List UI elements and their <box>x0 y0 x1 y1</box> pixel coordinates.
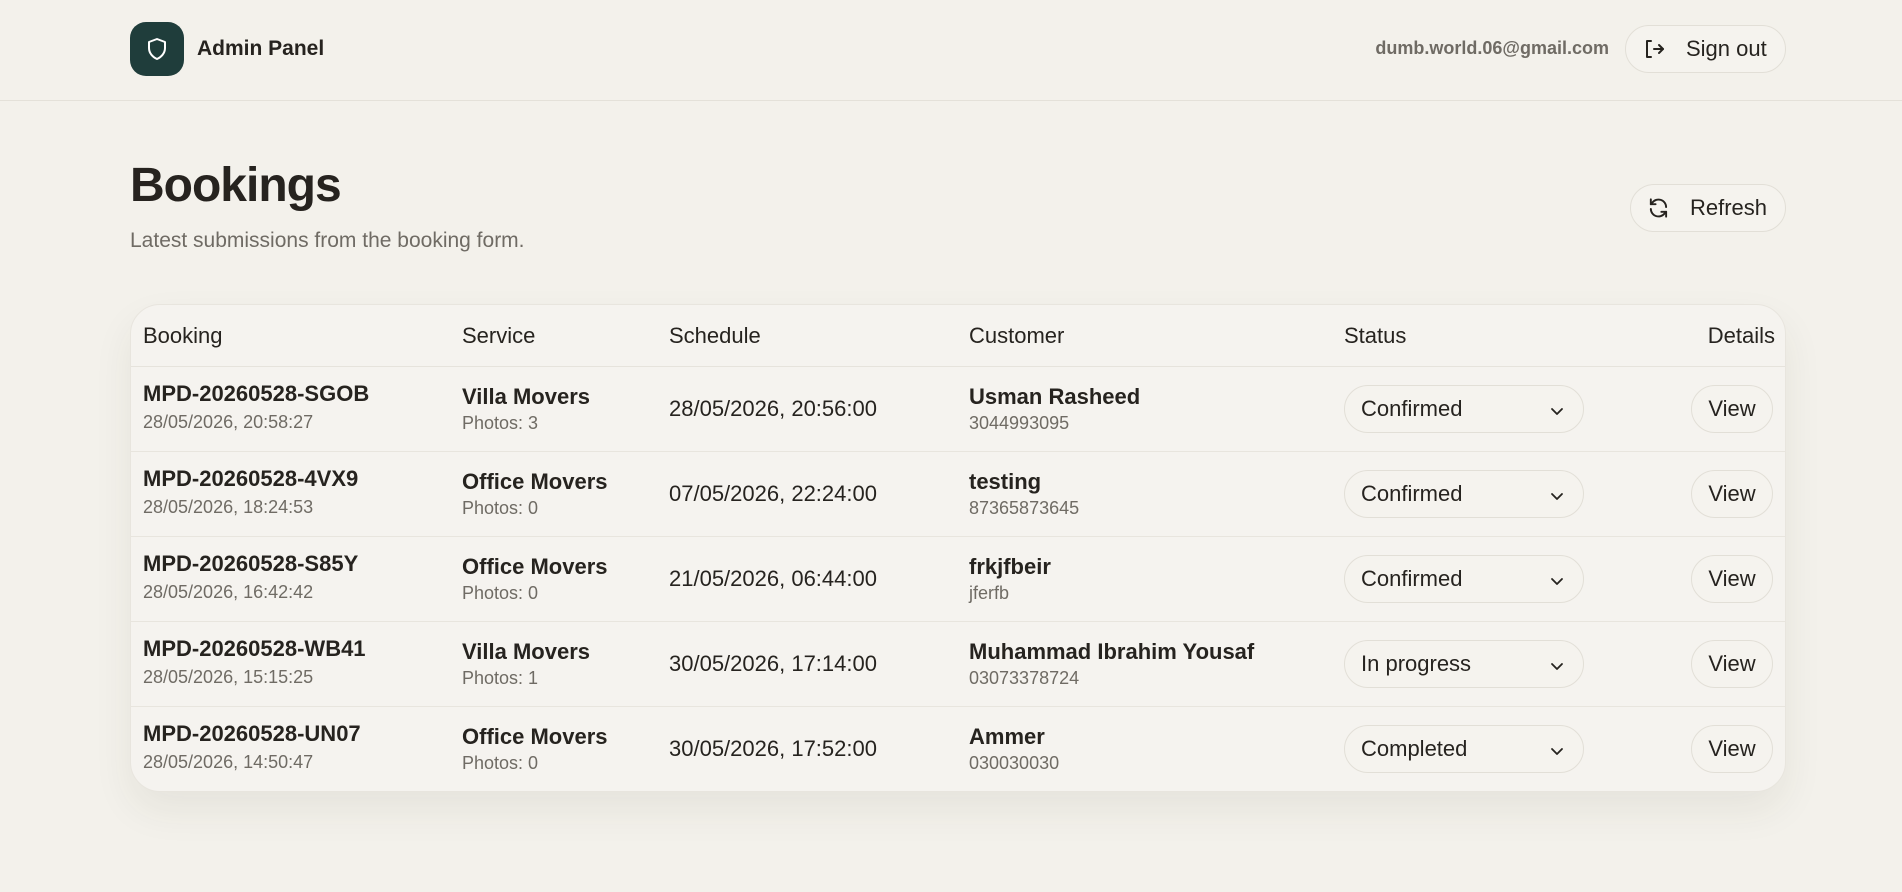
table-row: MPD-20260528-SGOB 28/05/2026, 20:58:27 V… <box>131 367 1785 452</box>
table-row: MPD-20260528-UN07 28/05/2026, 14:50:47 O… <box>131 707 1785 791</box>
customer-cell: Muhammad Ibrahim Yousaf 03073378724 <box>969 639 1254 689</box>
chevron-down-icon <box>1551 578 1563 585</box>
booking-cell: MPD-20260528-S85Y 28/05/2026, 16:42:42 <box>143 551 358 603</box>
customer-name: Ammer <box>969 724 1045 749</box>
photos-count: Photos: 0 <box>462 753 539 773</box>
booking-id: MPD-20260528-S85Y <box>143 551 359 576</box>
sign-out-button[interactable]: Sign out <box>1625 25 1786 73</box>
status-select[interactable]: In progress <box>1344 640 1584 688</box>
column-header-schedule: Schedule <box>669 323 761 348</box>
page-title: Bookings <box>130 159 342 212</box>
status-value: In progress <box>1361 651 1472 676</box>
schedule-value: 28/05/2026, 20:56:00 <box>669 396 877 421</box>
view-button[interactable]: View <box>1691 640 1773 688</box>
chevron-down-icon <box>1551 748 1563 755</box>
service-cell: Villa Movers Photos: 3 <box>462 384 590 434</box>
table-row: MPD-20260528-S85Y 28/05/2026, 16:42:42 O… <box>131 537 1785 622</box>
column-header-service: Service <box>462 323 536 348</box>
customer-name: Usman Rasheed <box>969 384 1141 409</box>
booking-created-at: 28/05/2026, 15:15:25 <box>143 667 314 687</box>
service-name: Office Movers <box>462 469 608 494</box>
customer-name: testing <box>969 469 1042 494</box>
status-select[interactable]: Confirmed <box>1344 385 1584 433</box>
chevron-down-icon <box>1551 663 1563 670</box>
chevron-down-icon <box>1551 493 1563 500</box>
refresh-label: Refresh <box>1689 195 1767 220</box>
table-row: MPD-20260528-4VX9 28/05/2026, 18:24:53 O… <box>131 452 1785 537</box>
service-name: Office Movers <box>462 554 608 579</box>
user-email: dumb.world.06@gmail.com <box>1375 38 1609 58</box>
status-value: Confirmed <box>1361 566 1463 591</box>
service-name: Office Movers <box>462 724 608 749</box>
status-select[interactable]: Completed <box>1344 725 1584 773</box>
sign-out-icon <box>1646 40 1664 58</box>
booking-cell: MPD-20260528-UN07 28/05/2026, 14:50:47 <box>143 721 361 773</box>
status-value: Confirmed <box>1361 481 1463 506</box>
column-header-details: Details <box>1707 323 1775 348</box>
status-value: Completed <box>1361 736 1468 761</box>
view-button[interactable]: View <box>1691 470 1773 518</box>
customer-phone: 03073378724 <box>969 668 1080 688</box>
photos-count: Photos: 1 <box>462 668 539 688</box>
status-value: Confirmed <box>1361 396 1463 421</box>
schedule-value: 30/05/2026, 17:52:00 <box>669 736 877 761</box>
schedule-value: 30/05/2026, 17:14:00 <box>669 651 877 676</box>
column-header-status: Status <box>1344 323 1407 348</box>
service-name: Villa Movers <box>462 384 590 409</box>
customer-phone: 030030030 <box>969 753 1060 773</box>
booking-cell: MPD-20260528-SGOB 28/05/2026, 20:58:27 <box>143 381 369 433</box>
sign-out-label: Sign out <box>1686 36 1767 61</box>
table-row: MPD-20260528-WB41 28/05/2026, 15:15:25 V… <box>131 622 1785 707</box>
photos-count: Photos: 0 <box>462 498 539 518</box>
booking-created-at: 28/05/2026, 14:50:47 <box>143 752 314 772</box>
column-header-customer: Customer <box>969 323 1065 348</box>
customer-cell: Ammer 030030030 <box>969 724 1059 774</box>
chevron-down-icon <box>1551 408 1563 415</box>
refresh-button[interactable]: Refresh <box>1630 184 1786 232</box>
photos-count: Photos: 3 <box>462 413 539 433</box>
refresh-icon <box>1649 198 1668 218</box>
brand-name: Admin Panel <box>197 37 325 60</box>
customer-phone: jferfb <box>969 583 1010 603</box>
service-name: Villa Movers <box>462 639 590 664</box>
booking-cell: MPD-20260528-WB41 28/05/2026, 15:15:25 <box>143 636 366 688</box>
customer-name: Muhammad Ibrahim Yousaf <box>969 639 1255 664</box>
customer-phone: 87365873645 <box>969 498 1080 518</box>
column-header-booking: Booking <box>143 323 223 348</box>
view-button[interactable]: View <box>1691 555 1773 603</box>
schedule-value: 21/05/2026, 06:44:00 <box>669 566 877 591</box>
customer-name: frkjfbeir <box>969 554 1051 579</box>
page-subtitle: Latest submissions from the booking form… <box>130 229 525 252</box>
booking-cell: MPD-20260528-4VX9 28/05/2026, 18:24:53 <box>143 466 358 518</box>
table-header: Booking Service Schedule Customer Status… <box>131 305 1785 367</box>
service-cell: Office Movers Photos: 0 <box>462 469 608 519</box>
brand[interactable]: Admin Panel <box>130 22 324 76</box>
booking-id: MPD-20260528-4VX9 <box>143 466 359 491</box>
booking-created-at: 28/05/2026, 16:42:42 <box>143 582 314 602</box>
photos-count: Photos: 0 <box>462 583 539 603</box>
booking-created-at: 28/05/2026, 18:24:53 <box>143 497 314 517</box>
service-cell: Villa Movers Photos: 1 <box>462 639 590 689</box>
view-button[interactable]: View <box>1691 385 1773 433</box>
shield-icon <box>130 22 184 76</box>
customer-phone: 3044993095 <box>969 413 1070 433</box>
view-button[interactable]: View <box>1691 725 1773 773</box>
status-select[interactable]: Confirmed <box>1344 555 1584 603</box>
booking-id: MPD-20260528-SGOB <box>143 381 370 406</box>
booking-created-at: 28/05/2026, 20:58:27 <box>143 412 314 432</box>
service-cell: Office Movers Photos: 0 <box>462 554 608 604</box>
customer-cell: frkjfbeir jferfb <box>969 554 1051 604</box>
customer-cell: testing 87365873645 <box>969 469 1079 519</box>
customer-cell: Usman Rasheed 3044993095 <box>969 384 1140 434</box>
status-select[interactable]: Confirmed <box>1344 470 1584 518</box>
service-cell: Office Movers Photos: 0 <box>462 724 608 774</box>
booking-id: MPD-20260528-UN07 <box>143 721 361 746</box>
top-bar: Admin Panel dumb.world.06@gmail.com Sign… <box>0 0 1902 101</box>
schedule-value: 07/05/2026, 22:24:00 <box>669 481 877 506</box>
booking-id: MPD-20260528-WB41 <box>143 636 366 661</box>
bookings-table: Booking Service Schedule Customer Status… <box>130 304 1786 792</box>
